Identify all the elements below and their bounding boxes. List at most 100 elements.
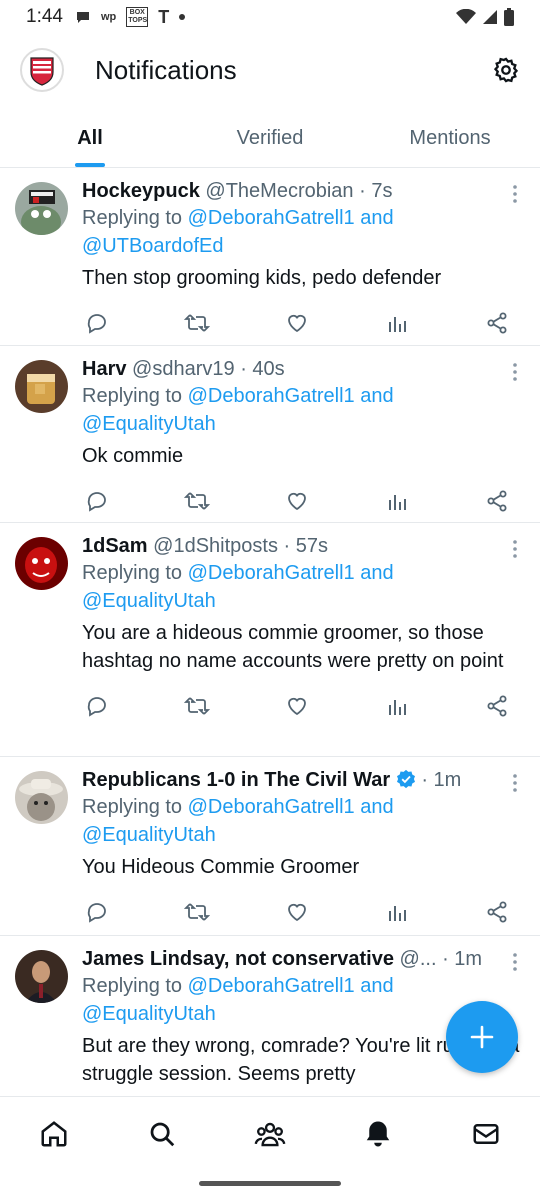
tweet-item[interactable]: Republicans 1-0 in The Civil War · 1m Re…: [0, 757, 540, 936]
more-options-icon[interactable]: [512, 539, 518, 559]
nav-home[interactable]: [27, 1107, 81, 1161]
status-system-icons: [456, 8, 514, 26]
account-avatar[interactable]: [20, 48, 64, 92]
tweet-actions: [82, 691, 512, 721]
tweet-item[interactable]: Harv @sdharv19 · 40s Replying to @Debora…: [0, 346, 540, 523]
views-button[interactable]: [382, 308, 412, 338]
retweet-icon: [184, 314, 210, 332]
mention-link[interactable]: @DeborahGatrell1 and: [188, 385, 394, 407]
views-button[interactable]: [382, 897, 412, 927]
reply-button[interactable]: [82, 691, 112, 721]
bottom-nav: [0, 1096, 540, 1170]
notifications-feed[interactable]: Hockeypuck @TheMecrobian · 7s Replying t…: [0, 168, 540, 1096]
dot-icon: [179, 14, 186, 20]
like-button[interactable]: [282, 691, 312, 721]
tweet-header: Harv @sdharv19 · 40s: [82, 356, 522, 382]
tweet-item[interactable]: Hockeypuck @TheMecrobian · 7s Replying t…: [0, 168, 540, 346]
display-name[interactable]: 1dSam: [82, 535, 148, 557]
mention-link[interactable]: @EqualityUtah: [82, 413, 216, 435]
retweet-button[interactable]: [182, 486, 212, 516]
display-name[interactable]: Hockeypuck: [82, 180, 200, 202]
signal-icon: [483, 10, 497, 24]
nav-search[interactable]: [135, 1107, 189, 1161]
share-button[interactable]: [482, 486, 512, 516]
wp-app-icon: wp: [100, 11, 117, 23]
status-bar: 1:44 wp BOX TOPS T: [0, 0, 540, 34]
share-button[interactable]: [482, 897, 512, 927]
tab-all[interactable]: All: [0, 110, 180, 167]
mention-link[interactable]: @DeborahGatrell1 and: [188, 207, 394, 229]
plus-icon: [470, 1025, 494, 1049]
display-name[interactable]: Republicans 1-0 in The Civil War: [82, 769, 390, 791]
retweet-button[interactable]: [182, 897, 212, 927]
nav-notifications[interactable]: [351, 1107, 405, 1161]
tab-verified[interactable]: Verified: [180, 110, 360, 167]
app-header: Notifications: [0, 40, 540, 102]
like-icon: [288, 697, 306, 716]
avatar[interactable]: [15, 771, 68, 824]
reply-icon: [87, 492, 106, 512]
more-options-icon[interactable]: [512, 773, 518, 793]
views-button[interactable]: [382, 486, 412, 516]
user-handle: @1dShitposts: [153, 535, 278, 557]
status-time: 1:44: [26, 6, 63, 27]
search-icon: [150, 1122, 175, 1146]
compose-button[interactable]: [446, 1001, 518, 1073]
mention-link[interactable]: @EqualityUtah: [82, 590, 216, 612]
tweet-actions: [82, 897, 512, 927]
avatar[interactable]: [15, 182, 68, 235]
replying-prefix: Replying to: [82, 796, 188, 818]
tab-mentions[interactable]: Mentions: [360, 110, 540, 167]
retweet-button[interactable]: [182, 308, 212, 338]
tweet-header: Republicans 1-0 in The Civil War · 1m: [82, 767, 522, 793]
replying-prefix: Replying to: [82, 207, 188, 229]
settings-button[interactable]: [488, 52, 524, 88]
avatar[interactable]: [15, 537, 68, 590]
display-name[interactable]: James Lindsay, not conservative: [82, 948, 394, 970]
gesture-bar[interactable]: [199, 1181, 341, 1186]
tab-mentions-label: Mentions: [409, 127, 491, 149]
reply-button[interactable]: [82, 897, 112, 927]
mention-link[interactable]: @DeborahGatrell1 and: [188, 562, 394, 584]
retweet-icon: [184, 492, 210, 510]
tab-active-indicator: [75, 163, 105, 167]
mention-link[interactable]: @DeborahGatrell1 and: [188, 796, 394, 818]
display-name[interactable]: Harv: [82, 358, 126, 380]
tweet-item[interactable]: 1dSam @1dShitposts · 57s Replying to @De…: [0, 523, 540, 757]
wifi-icon: [456, 9, 476, 24]
tweet-time: · 1m: [442, 948, 483, 970]
tweet-text: Ok commie: [82, 445, 184, 467]
nav-communities[interactable]: [243, 1107, 297, 1161]
more-options-icon[interactable]: [512, 184, 518, 204]
mention-link[interactable]: @EqualityUtah: [82, 1003, 216, 1025]
nav-messages[interactable]: [459, 1107, 513, 1161]
retweet-button[interactable]: [182, 691, 212, 721]
like-icon: [288, 492, 306, 511]
republicans-avatar-icon: [15, 771, 68, 824]
mention-link[interactable]: @UTBoardofEd: [82, 235, 223, 257]
tweet-time: · 7s: [359, 180, 393, 202]
views-icon: [389, 700, 406, 715]
more-options-icon[interactable]: [512, 952, 518, 972]
more-options-icon[interactable]: [512, 362, 518, 382]
share-icon: [487, 901, 507, 923]
share-button[interactable]: [482, 691, 512, 721]
avatar[interactable]: [15, 360, 68, 413]
tweet-time: · 1m: [421, 769, 462, 791]
avatar[interactable]: [15, 950, 68, 1003]
mention-link[interactable]: @DeborahGatrell1 and: [188, 975, 394, 997]
like-button[interactable]: [282, 897, 312, 927]
reply-button[interactable]: [82, 486, 112, 516]
1dsam-avatar-icon: [15, 537, 68, 590]
views-icon: [389, 317, 406, 332]
share-icon: [487, 312, 507, 334]
reply-button[interactable]: [82, 308, 112, 338]
share-button[interactable]: [482, 308, 512, 338]
messages-icon: [473, 1123, 499, 1144]
tweet-time: · 40s: [240, 358, 285, 380]
views-button[interactable]: [382, 691, 412, 721]
share-icon: [487, 695, 507, 717]
mention-link[interactable]: @EqualityUtah: [82, 824, 216, 846]
like-button[interactable]: [282, 308, 312, 338]
like-button[interactable]: [282, 486, 312, 516]
